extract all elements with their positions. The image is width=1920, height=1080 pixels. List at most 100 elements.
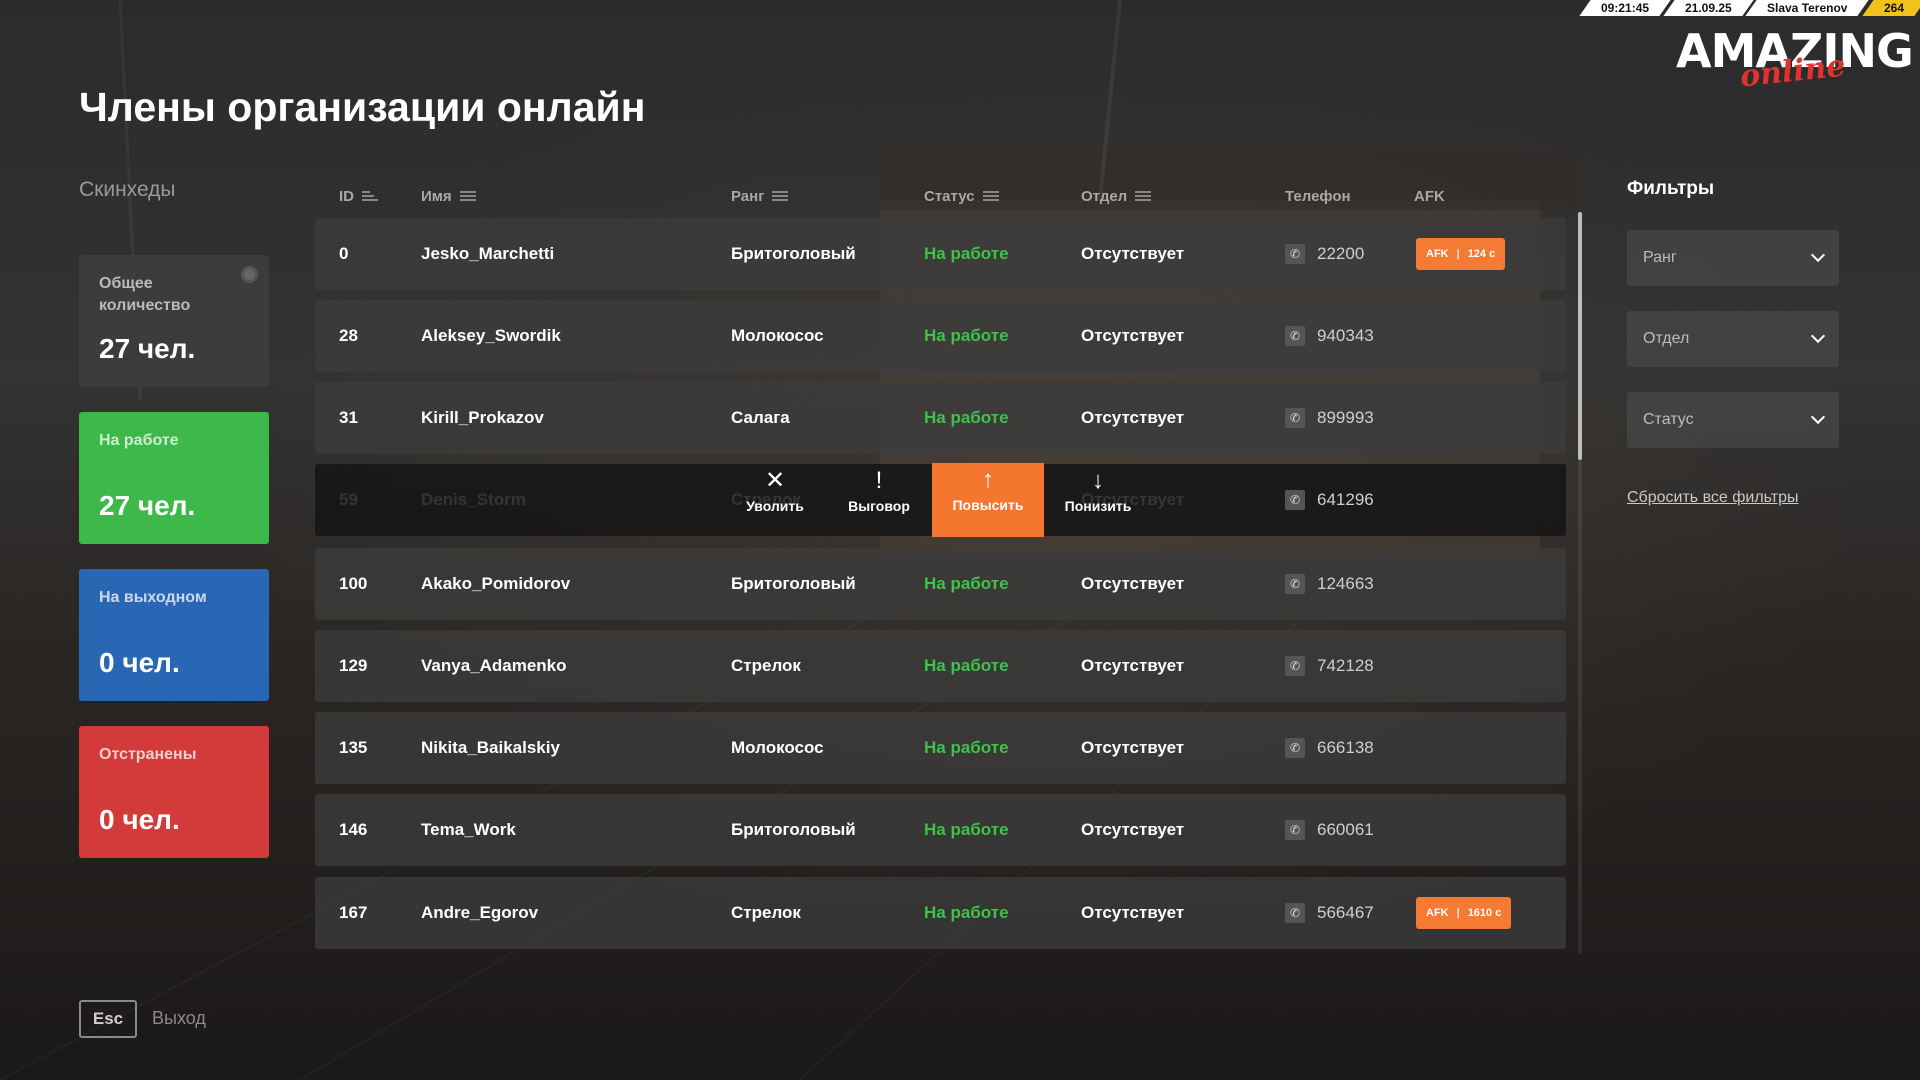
member-id: 100 [339,574,368,593]
table-row-selected[interactable]: 59 Denis_Storm Стрелок Отсутствует ✆ 641… [315,463,1566,537]
fire-button[interactable]: ✕ Уволить [719,464,831,536]
scrollbar-thumb[interactable] [1578,212,1582,460]
stat-card-working[interactable]: На работе 27 чел. [79,412,269,544]
action-label: Уволить [746,498,804,514]
column-header-rank[interactable]: Ранг [731,188,789,205]
phone-icon: ✆ [1285,244,1305,264]
member-name: Vanya_Adamenko [421,656,567,675]
stat-label: Отстранены [99,746,197,763]
member-name: Tema_Work [421,820,516,839]
column-header-phone: Телефон [1285,188,1351,205]
chevron-down-icon [1810,409,1826,425]
member-id: 59 [339,490,358,509]
member-id: 146 [339,820,368,839]
member-rank: Бритоголовый [731,820,856,839]
top-hud: 09:21:45 21.09.25 Slava Terenov 264 [1579,0,1920,16]
stat-card-total[interactable]: Общее количество 27 чел. [79,255,269,387]
member-dept: Отсутствует [1081,656,1185,675]
stat-label: На работе [99,432,179,449]
column-header-dept[interactable]: Отдел [1081,188,1152,205]
member-rank: Бритоголовый [731,574,856,593]
status-filter-select[interactable]: Статус [1627,392,1839,448]
sort-icon [772,191,789,202]
exit-label[interactable]: Выход [152,1008,206,1029]
member-dept: Отсутствует [1081,326,1185,345]
column-header-label: Отдел [1081,188,1128,205]
member-id: 167 [339,903,368,922]
member-id: 135 [339,738,368,757]
sort-icon [362,191,378,202]
page-title: Члены организации онлайн [79,84,646,130]
chevron-down-icon [1810,247,1826,263]
member-rank: Молокосос [731,738,824,757]
member-status: На работе [924,903,1009,922]
member-status: На работе [924,738,1009,757]
sort-icon [459,191,476,202]
exclamation-icon: ! [875,467,883,494]
table-row[interactable]: 129 Vanya_Adamenko Стрелок На работе Отс… [315,630,1566,702]
member-dept: Отсутствует [1081,408,1185,427]
column-header-name[interactable]: Имя [421,188,476,205]
stat-label: Общее количество [99,275,191,314]
phone-icon: ✆ [1285,490,1305,510]
stat-value: 0 чел. [99,647,180,678]
member-name: Denis_Storm [421,490,526,509]
rank-filter-select[interactable]: Ранг [1627,230,1839,286]
afk-badge: AFK | 1610 с [1416,897,1512,929]
hud-time: 09:21:45 [1579,0,1671,16]
member-id: 0 [339,244,349,263]
table-row[interactable]: 167 Andre_Egorov Стрелок На работе Отсут… [315,877,1566,949]
amazing-online-logo: AMAZING online [1676,24,1914,94]
column-header-label: AFK [1414,188,1445,205]
stat-value: 0 чел. [99,804,180,835]
table-row[interactable]: 146 Tema_Work Бритоголовый На работе Отс… [315,794,1566,866]
member-status: На работе [924,408,1009,427]
member-phone: 641296 [1317,490,1374,509]
phone-icon: ✆ [1285,408,1305,428]
member-phone: 660061 [1317,820,1374,839]
member-phone: 742128 [1317,656,1374,675]
table-row[interactable]: 28 Aleksey_Swordik Молокосос На работе О… [315,300,1566,372]
select-label: Статус [1643,411,1694,428]
member-dept: Отсутствует [1081,820,1185,839]
member-rank: Стрелок [731,656,801,675]
column-header-afk: AFK [1414,188,1445,205]
member-name: Akako_Pomidorov [421,574,571,593]
member-status: На работе [924,326,1009,345]
stat-card-suspended[interactable]: Отстранены 0 чел. [79,726,269,858]
table-row[interactable]: 100 Akako_Pomidorov Бритоголовый На рабо… [315,548,1566,620]
table-scrollbar[interactable] [1578,212,1582,954]
promote-button[interactable]: ↑ Повысить [932,463,1044,537]
table-row[interactable]: 31 Kirill_Prokazov Салага На работе Отсу… [315,382,1566,454]
organization-name: Скинхеды [79,178,176,201]
phone-icon: ✆ [1285,656,1305,676]
afk-time: 1610 с [1467,907,1502,919]
hud-player-id: 264 [1862,0,1920,16]
phone-icon: ✆ [1285,574,1305,594]
table-row[interactable]: 135 Nikita_Baikalskiy Молокосос На работ… [315,712,1566,784]
esc-key-button[interactable]: Esc [79,1000,137,1038]
member-id: 28 [339,326,358,345]
member-dept: Отсутствует [1081,903,1185,922]
demote-button[interactable]: ↓ Понизить [1042,464,1154,536]
phone-icon: ✆ [1285,820,1305,840]
reset-filters-link[interactable]: Сбросить все фильтры [1627,489,1798,507]
phone-icon: ✆ [1285,903,1305,923]
member-status: На работе [924,656,1009,675]
column-header-status[interactable]: Статус [924,188,999,205]
arrow-up-icon: ↑ [982,466,994,493]
table-row[interactable]: 0 Jesko_Marchetti Бритоголовый На работе… [315,218,1566,290]
afk-label: AFK [1426,907,1449,919]
select-label: Отдел [1643,330,1690,347]
column-header-id[interactable]: ID [339,188,378,205]
column-header-label: ID [339,188,354,205]
member-rank: Стрелок [731,903,801,922]
phone-icon: ✆ [1285,326,1305,346]
column-header-label: Ранг [731,188,765,205]
warn-button[interactable]: ! Выговор [823,464,935,536]
member-phone: 940343 [1317,326,1374,345]
member-name: Andre_Egorov [421,903,539,922]
select-label: Ранг [1643,249,1677,266]
dept-filter-select[interactable]: Отдел [1627,311,1839,367]
stat-card-off-duty[interactable]: На выходном 0 чел. [79,569,269,701]
